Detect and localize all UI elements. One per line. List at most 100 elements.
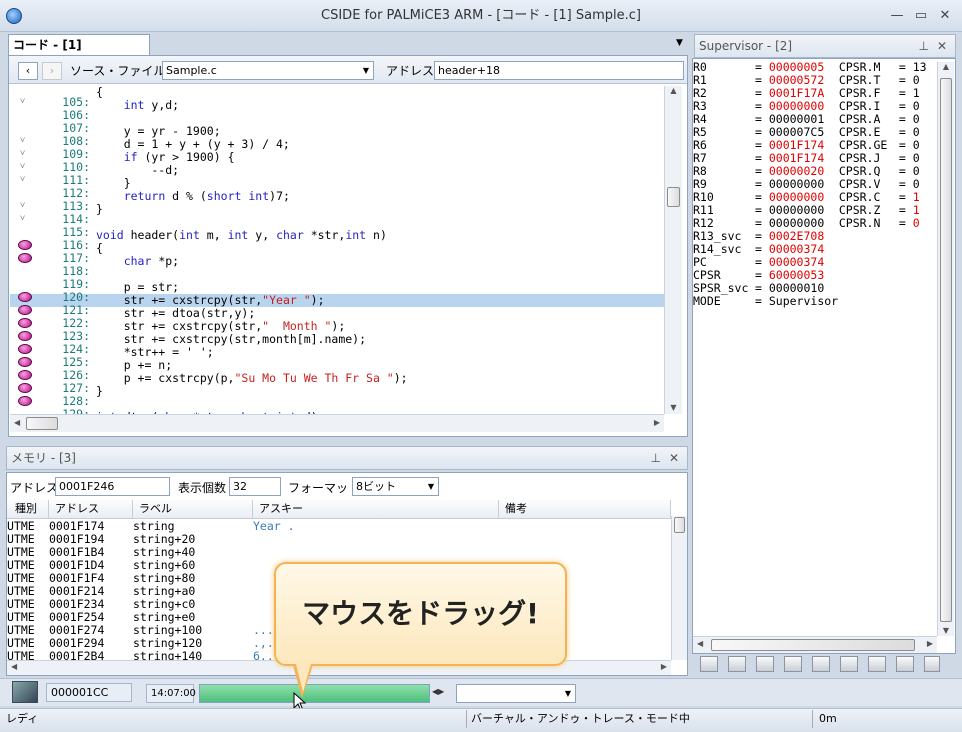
breakpoint-icon[interactable] [18, 331, 32, 341]
register-view-icon[interactable] [700, 656, 718, 672]
format-select[interactable]: 8ビット ▼ [352, 477, 439, 496]
memory-cell-ascii: Year . [253, 520, 295, 533]
trace-time: 14:07:00 [146, 684, 196, 703]
code-text: void header(int m, int y, char *str,int … [96, 228, 387, 242]
scroll-thumb[interactable] [667, 187, 680, 207]
code-line[interactable]: 116: void header(int m, int y, char *str,… [10, 228, 664, 252]
close-icon[interactable]: ✕ [934, 6, 956, 26]
restore-icon[interactable]: ▭ [910, 6, 932, 26]
status-ready: レディ [6, 712, 39, 725]
memory-cell-kind: UTME [7, 649, 35, 661]
fold-marker-icon[interactable]: ˅ [20, 135, 25, 148]
pin-icon[interactable]: ⊥ [651, 447, 661, 469]
memory-table-header: 種別 アドレス ラベル アスキー 備考 [7, 500, 671, 519]
code-vertical-scrollbar[interactable]: ▲ ▼ [664, 86, 682, 414]
breakpoint-icon[interactable] [18, 292, 32, 302]
code-text: } [96, 202, 103, 216]
code-text: } [96, 384, 103, 398]
memory-row[interactable]: UTME 0001F174 string Year . [7, 520, 671, 533]
breakpoint-icon[interactable] [18, 240, 32, 250]
fold-marker-icon[interactable]: ˅ [20, 148, 25, 161]
register-row[interactable]: MODE = Supervisor [693, 295, 937, 308]
editor-address-label: アドレス [386, 64, 435, 78]
register-view-icon[interactable] [868, 656, 886, 672]
trace-address: 000001CC [46, 683, 132, 702]
column-header[interactable]: 備考 [499, 500, 671, 519]
register-view-icon[interactable] [784, 656, 802, 672]
fold-marker-icon[interactable]: ˅ [20, 174, 25, 187]
trace-slider-fill [200, 685, 429, 702]
code-line[interactable]: 106: int y,d; [10, 99, 664, 122]
chevron-down-icon: ▼ [427, 482, 434, 491]
memory-panel-header: メモリ - [3] ⊥ ✕ [6, 446, 688, 470]
register-view-icon[interactable] [728, 656, 746, 672]
code-view[interactable]: ˅ 105:{106: int y,d; 107: ˅ 108: y = yr - 19… [10, 86, 664, 414]
code-line[interactable]: 127: p += cxstrcpy(p,"Su Mo Tu We Th Fr … [10, 372, 664, 395]
memory-vertical-scrollbar[interactable] [671, 516, 687, 660]
fold-marker-icon[interactable]: ˅ [20, 200, 25, 213]
register-list[interactable]: R0 = 00000005 CPSR.M = 13 R1 = 00000572 CPSR.T… [693, 61, 937, 641]
close-icon[interactable]: ✕ [669, 447, 679, 469]
tab-list-chevron-icon[interactable]: ▼ [676, 38, 683, 48]
breakpoint-icon[interactable] [18, 253, 32, 263]
breakpoint-icon[interactable] [18, 370, 32, 380]
memory-cell-addr: 0001F2B4 [49, 649, 105, 661]
code-line[interactable]: ˅ 113: return d % (short int)7; [10, 190, 664, 213]
scroll-thumb[interactable] [940, 78, 952, 622]
register-value: Supervisor [768, 294, 839, 308]
memory-title: メモリ - [3] [11, 451, 76, 465]
breakpoint-icon[interactable] [18, 344, 32, 354]
flag-value: 0 [912, 216, 920, 230]
status-time: 0m [812, 710, 938, 728]
register-horizontal-scrollbar[interactable]: ◀ ▶ [693, 636, 937, 653]
source-file-select[interactable]: Sample.c ▼ [162, 61, 374, 80]
column-header[interactable]: ラベル [133, 500, 253, 519]
register-view-icon[interactable] [896, 656, 914, 672]
breakpoint-icon[interactable] [18, 357, 32, 367]
memory-cell-label: string+140 [133, 649, 203, 661]
code-line[interactable]: ˅ 114:} [10, 202, 664, 226]
editor-address-input[interactable]: header+18 [434, 61, 684, 80]
breakpoint-icon[interactable] [18, 383, 32, 393]
register-vertical-scrollbar[interactable]: ▲ ▼ [937, 62, 954, 636]
chevron-down-icon: ▼ [362, 66, 369, 75]
minimize-icon[interactable]: — [886, 6, 908, 26]
breakpoint-icon[interactable] [18, 305, 32, 315]
fold-marker-icon[interactable]: ˅ [20, 161, 25, 174]
scroll-thumb[interactable] [674, 517, 685, 533]
close-icon[interactable]: ✕ [937, 35, 947, 57]
source-file-value: Sample.c [166, 64, 217, 77]
callout-text: マウスをドラッグ! [302, 597, 539, 630]
breakpoint-icon[interactable] [18, 396, 32, 406]
memory-row[interactable]: UTME 0001F1B4 string+40 [7, 546, 671, 559]
scroll-thumb[interactable] [26, 417, 58, 430]
register-view-icon[interactable] [756, 656, 774, 672]
fold-marker-icon[interactable]: ˅ [20, 213, 25, 226]
code-horizontal-scrollbar[interactable]: ◀ ▶ [10, 414, 664, 432]
display-count-label: 表示個数 [178, 481, 227, 495]
scroll-thumb[interactable] [711, 639, 915, 651]
column-header[interactable]: アドレス [49, 500, 133, 519]
code-line[interactable]: 128:} [10, 384, 664, 408]
format-label: フォーマット [288, 481, 361, 495]
code-text: char *p; [123, 254, 180, 268]
register-view-icon[interactable] [840, 656, 858, 672]
fold-marker-icon[interactable]: ˅ [20, 96, 25, 109]
display-count-input[interactable]: 32 [229, 477, 281, 496]
memory-row[interactable]: UTME 0001F194 string+20 [7, 533, 671, 546]
register-view-icon[interactable] [924, 656, 940, 672]
step-left-icon[interactable]: ◀▶ [432, 687, 444, 696]
trace-select[interactable]: ▼ [456, 684, 576, 703]
tab-sample-c[interactable]: コード - [1] Sample.c ✕ [8, 34, 150, 72]
memory-address-input[interactable]: 0001F246 [55, 477, 170, 496]
back-button[interactable]: ‹ [18, 62, 38, 80]
forward-button[interactable]: › [42, 62, 62, 80]
column-header[interactable]: アスキー [253, 500, 499, 519]
breakpoint-icon[interactable] [18, 318, 32, 328]
code-line[interactable]: 118: char *p; [10, 254, 664, 278]
column-header[interactable]: 種別 [7, 500, 49, 519]
trace-slider[interactable] [199, 684, 430, 703]
register-view-icon[interactable] [812, 656, 830, 672]
trace-icon[interactable] [12, 681, 38, 703]
pin-icon[interactable]: ⊥ [919, 35, 929, 57]
